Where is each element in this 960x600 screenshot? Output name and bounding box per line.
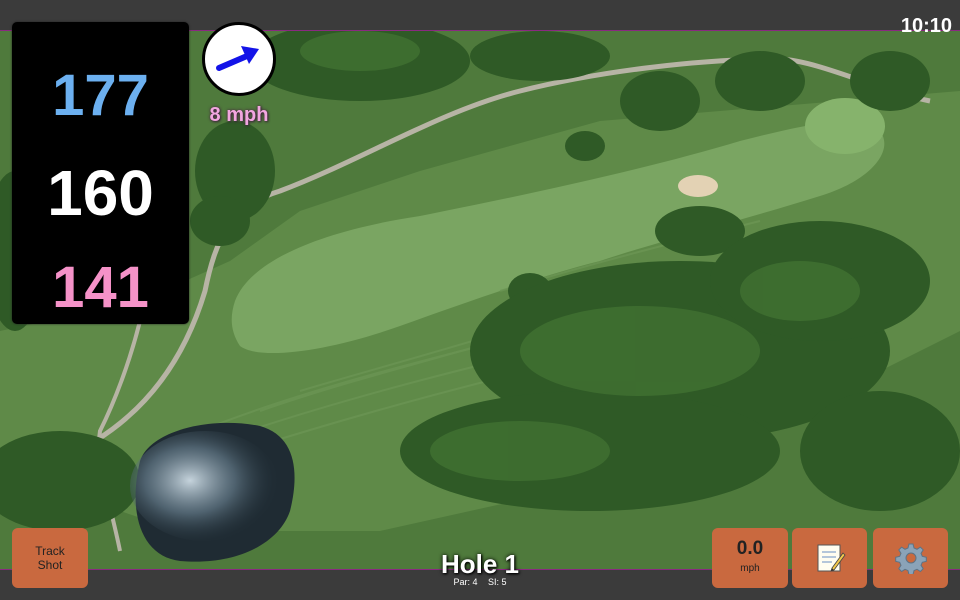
gear-icon <box>895 543 927 574</box>
stroke-index-label: SI: 5 <box>488 577 507 587</box>
notepad-icon <box>817 544 846 572</box>
settings-button[interactable] <box>873 528 948 588</box>
notes-button[interactable] <box>792 528 867 588</box>
track-shot-label-line2: Shot <box>37 558 63 572</box>
par-label: Par: 4 <box>453 577 478 587</box>
speed-button[interactable]: 0.0 mph <box>712 528 788 588</box>
front-distance: 141 <box>52 255 149 320</box>
speed-unit: mph <box>740 563 760 574</box>
hole-title: Hole 1 <box>440 549 520 579</box>
distance-panel: 177 160 141 <box>12 22 189 324</box>
wind-speed-label: 8 mph <box>209 104 269 126</box>
middle-distance: 160 <box>47 157 154 229</box>
speed-value: 0.0 <box>736 538 764 559</box>
wind-indicator <box>202 22 276 96</box>
back-distance: 177 <box>52 63 149 128</box>
hole-info: Par: 4 SI: 5 <box>380 577 580 587</box>
sand-bunker <box>678 175 718 197</box>
wind-direction-arrow-icon <box>216 46 259 71</box>
track-shot-button[interactable]: Track Shot <box>12 528 88 588</box>
pond-glint <box>130 431 280 541</box>
status-clock: 10:10 <box>900 15 952 37</box>
track-shot-label-line1: Track <box>35 544 65 558</box>
